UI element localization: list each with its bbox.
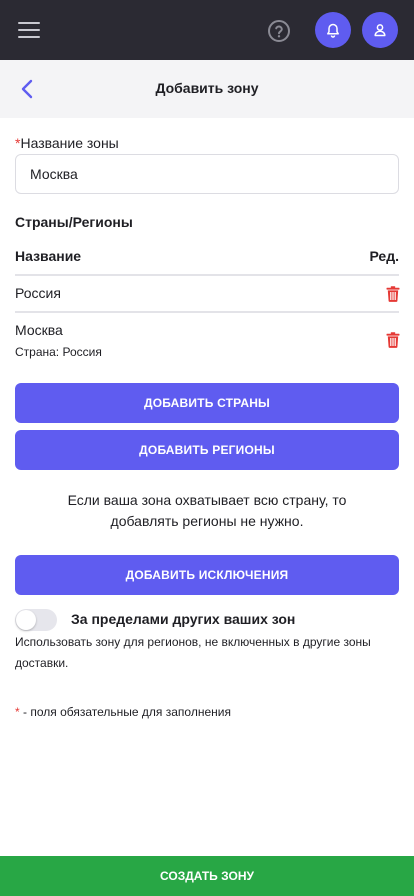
bell-icon (327, 23, 339, 38)
info-text: Если ваша зона охватывает всю страну, то… (67, 492, 347, 529)
region-name: Россия (15, 285, 61, 301)
region-name: Москва (15, 322, 63, 338)
regions-section-title: Страны/Регионы (15, 214, 133, 230)
outside-zones-toggle[interactable] (15, 609, 57, 631)
trash-icon[interactable] (386, 286, 400, 302)
required-note: * - поля обязательные для заполнения (15, 705, 231, 719)
toggle-knob (16, 610, 36, 630)
page-header: Добавить зону (0, 60, 414, 118)
outside-zones-label: За пределами других ваших зон (71, 611, 296, 627)
zone-name-label: *Название зоны (15, 135, 119, 151)
add-regions-button[interactable]: ДОБАВИТЬ РЕГИОНЫ (15, 430, 399, 470)
user-icon (374, 24, 386, 37)
notifications-button[interactable] (315, 12, 351, 48)
profile-button[interactable] (362, 12, 398, 48)
column-header-name: Название (15, 248, 82, 264)
trash-icon[interactable] (386, 332, 400, 348)
page-title: Добавить зону (155, 80, 259, 96)
add-countries-button[interactable]: ДОБАВИТЬ СТРАНЫ (15, 383, 399, 423)
table-divider (15, 311, 399, 313)
add-exclusions-button[interactable]: ДОБАВИТЬ ИСКЛЮЧЕНИЯ (15, 555, 399, 595)
top-bar (0, 0, 414, 60)
create-zone-button[interactable]: СОЗДАТЬ ЗОНУ (0, 856, 414, 896)
outside-zones-description: Использовать зону для регионов, не включ… (15, 635, 371, 670)
zone-name-input[interactable] (15, 154, 399, 194)
table-divider (15, 274, 399, 276)
column-header-edit: Ред. (369, 248, 399, 264)
region-country: Страна: Россия (15, 345, 102, 359)
hamburger-icon[interactable] (18, 20, 40, 40)
question-circle-icon[interactable] (267, 19, 291, 43)
